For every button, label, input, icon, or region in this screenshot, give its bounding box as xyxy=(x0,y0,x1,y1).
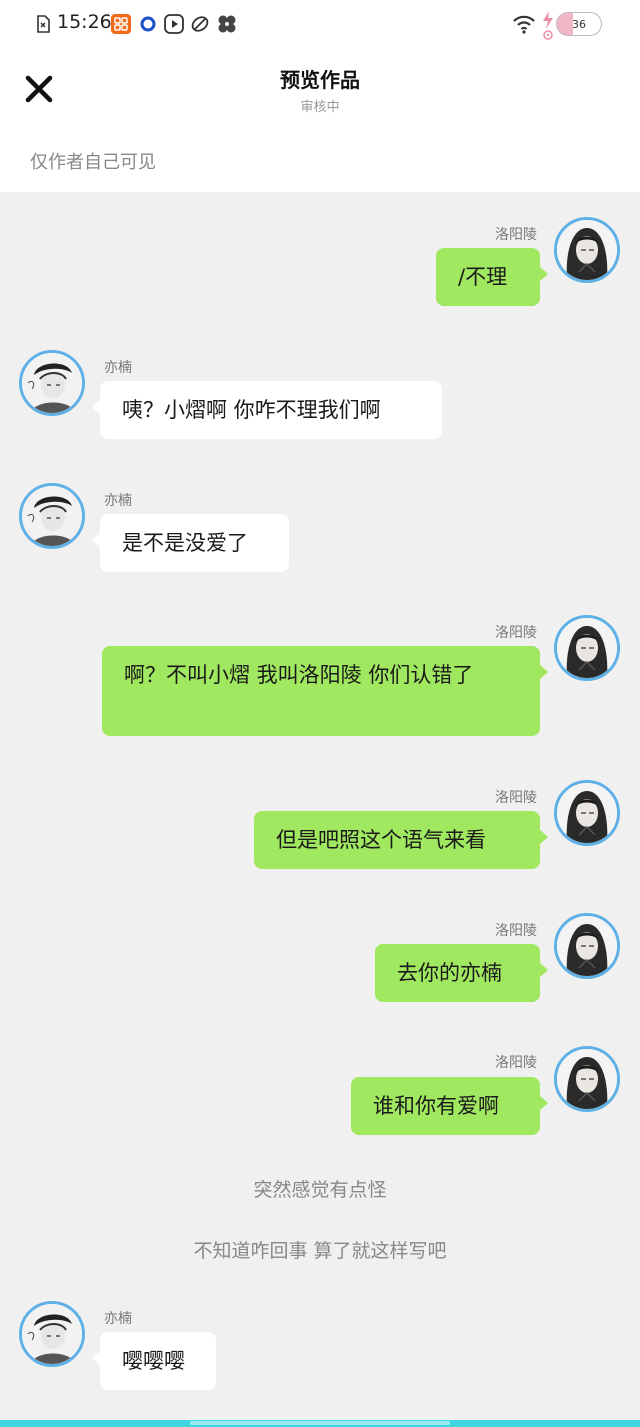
battery-level: 36 xyxy=(572,17,586,31)
sender-name: 洛阳陵 xyxy=(495,790,537,806)
narration-text: 不知道咋回事 算了就这样写吧 xyxy=(193,1240,447,1262)
message-bubble[interactable]: 嘤嘤嘤 xyxy=(92,1332,216,1390)
sender-name: 洛阳陵 xyxy=(495,227,537,243)
sim-card-icon xyxy=(37,15,50,33)
charging-icon xyxy=(543,11,553,40)
message-bubble[interactable]: 去你的亦楠 xyxy=(375,944,548,1002)
sender-name: 洛阳陵 xyxy=(495,923,537,939)
avatar-self[interactable] xyxy=(554,780,620,846)
link-icon xyxy=(191,16,209,32)
review-status: 审核中 xyxy=(300,100,340,115)
avatar-other[interactable] xyxy=(19,350,85,416)
avatar-self[interactable] xyxy=(554,1046,620,1112)
sender-name: 亦楠 xyxy=(104,360,132,376)
sender-name: 洛阳陵 xyxy=(495,1055,537,1071)
app-grid-icon xyxy=(111,14,131,34)
sync-icon xyxy=(140,16,156,32)
avatar-self[interactable] xyxy=(554,217,620,283)
avatar-self[interactable] xyxy=(554,615,620,681)
message-bubble[interactable]: 啊？不叫小熠 我叫洛阳陵 你们认错了 xyxy=(102,646,548,736)
narration-text: 突然感觉有点怪 xyxy=(253,1179,387,1201)
message-bubble[interactable]: 谁和你有爱啊 xyxy=(351,1077,548,1135)
page-title: 预览作品 xyxy=(280,68,360,92)
pinwheel-icon xyxy=(218,15,236,33)
status-bar: 15:26 36 xyxy=(0,0,640,48)
play-icon xyxy=(164,14,184,34)
sender-name: 亦楠 xyxy=(104,1311,132,1327)
sender-name: 洛阳陵 xyxy=(495,625,537,641)
message-bubble[interactable]: 但是吧照这个语气来看 xyxy=(254,811,548,869)
message-bubble[interactable]: 是不是没爱了 xyxy=(92,514,289,572)
visibility-note: 仅作者自己可见 xyxy=(30,152,156,173)
header-panel: 15:26 36 预览作品 审核中 仅作者自己可见 xyxy=(0,0,640,192)
avatar-other[interactable] xyxy=(19,483,85,549)
battery-indicator: 36 xyxy=(556,12,602,36)
wifi-icon xyxy=(513,15,535,34)
message-bubble[interactable]: 咦？小熠啊 你咋不理我们啊 xyxy=(92,381,442,439)
status-time: 15:26 xyxy=(57,11,112,33)
message-bubble[interactable]: /不理 xyxy=(436,248,548,306)
avatar-self[interactable] xyxy=(554,913,620,979)
sender-name: 亦楠 xyxy=(104,493,132,509)
avatar-other[interactable] xyxy=(19,1301,85,1367)
home-indicator[interactable] xyxy=(190,1421,450,1425)
